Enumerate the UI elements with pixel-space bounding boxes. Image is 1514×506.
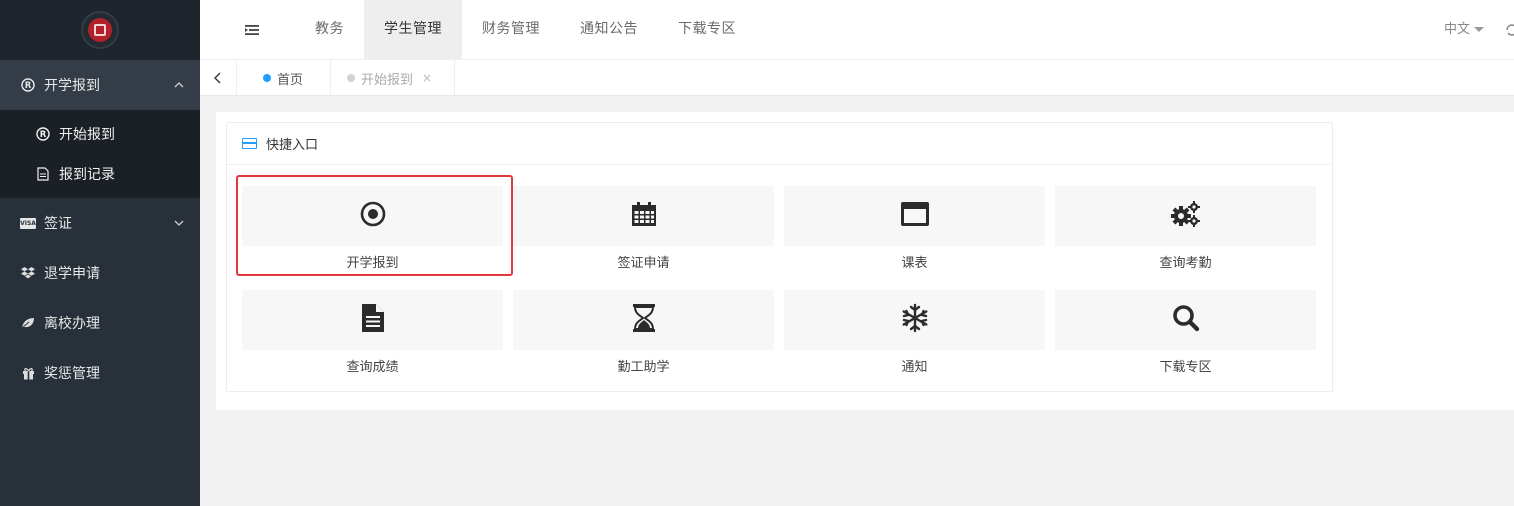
tile-label: 查询成绩 xyxy=(346,360,399,375)
page-tabbar: 首页 开始报到 × xyxy=(200,60,1514,96)
file-text-icon xyxy=(35,166,51,182)
top-header: 教务 学生管理 财务管理 通知公告 下载专区 中文 xyxy=(200,0,1514,60)
top-tab-academic[interactable]: 教务 xyxy=(295,0,364,59)
tile-label: 通知 xyxy=(901,360,928,375)
sidebar-item-leaving-school[interactable]: 离校办理 xyxy=(0,298,200,348)
chevron-down-icon xyxy=(174,218,184,228)
tile-label: 下载专区 xyxy=(1159,360,1212,375)
chevron-left-icon xyxy=(213,69,223,88)
snowflake-icon xyxy=(900,303,930,337)
top-nav: 教务 学生管理 财务管理 通知公告 下载专区 xyxy=(295,0,756,59)
tile-label: 查询考勤 xyxy=(1159,256,1212,271)
sidebar-item-label: 签证 xyxy=(44,216,72,232)
sidebar-item-registration[interactable]: R 开学报到 xyxy=(0,60,200,110)
sidebar-subitem-start-registration[interactable]: R 开始报到 xyxy=(0,114,200,154)
page-tab-label: 开始报到 xyxy=(361,72,414,88)
tile-timetable[interactable] xyxy=(784,186,1045,246)
selection-highlight xyxy=(236,175,513,276)
top-tab-downloads[interactable]: 下载专区 xyxy=(658,0,756,59)
sidebar-item-label: 开学报到 xyxy=(44,78,100,94)
top-tab-student-management[interactable]: 学生管理 xyxy=(364,0,462,59)
sidebar-item-label: 退学申请 xyxy=(44,266,100,282)
document-icon xyxy=(361,303,385,337)
calendar-icon xyxy=(630,200,658,232)
page-tab-label: 首页 xyxy=(277,72,304,88)
registered-icon: R xyxy=(20,77,36,93)
tab-scroll-left[interactable] xyxy=(200,60,237,96)
sidebar: R 开学报到 R 开始报到 报到记录 VISA 签证 退学申请 离校办理 奖惩管… xyxy=(0,0,200,506)
sidebar-item-withdrawal[interactable]: 退学申请 xyxy=(0,248,200,298)
tile-label: 签证申请 xyxy=(617,256,670,271)
menu-toggle-icon[interactable] xyxy=(244,22,260,38)
tile-label: 课表 xyxy=(901,256,928,271)
tile-visa-application[interactable] xyxy=(513,186,774,246)
tile-work-study[interactable] xyxy=(513,290,774,350)
sidebar-subitem-registration-records[interactable]: 报到记录 xyxy=(0,154,200,194)
refresh-icon[interactable] xyxy=(1504,22,1514,38)
window-icon xyxy=(900,201,930,231)
active-dot-icon xyxy=(263,74,271,82)
svg-text:R: R xyxy=(40,130,47,140)
chevron-up-icon xyxy=(174,80,184,90)
language-label: 中文 xyxy=(1443,22,1470,37)
card-title: 快捷入口 xyxy=(266,138,319,153)
hourglass-icon xyxy=(632,303,656,337)
language-selector[interactable]: 中文 xyxy=(1444,0,1484,59)
top-tab-finance[interactable]: 财务管理 xyxy=(462,0,560,59)
page-tab-start-registration[interactable]: 开始报到 × xyxy=(331,60,455,96)
subnav-registration: R 开始报到 报到记录 xyxy=(0,110,200,198)
sidebar-subitem-label: 开始报到 xyxy=(59,127,115,143)
tile-attendance-query[interactable] xyxy=(1055,186,1316,246)
visa-icon: VISA xyxy=(20,217,36,229)
tile-downloads[interactable] xyxy=(1055,290,1316,350)
gift-icon xyxy=(20,365,36,381)
card-header: 快捷入口 xyxy=(227,123,1332,165)
cogs-icon xyxy=(1170,200,1202,232)
sidebar-subitem-label: 报到记录 xyxy=(59,167,115,183)
svg-text:R: R xyxy=(25,81,32,91)
credit-card-icon xyxy=(242,138,257,149)
tile-grades-query[interactable] xyxy=(242,290,503,350)
dropbox-icon xyxy=(20,265,36,281)
tile-label: 勤工助学 xyxy=(617,360,670,375)
logo-emblem xyxy=(88,18,112,42)
sidebar-item-label: 奖惩管理 xyxy=(44,366,100,382)
logo-area xyxy=(0,0,200,60)
search-icon xyxy=(1172,304,1200,336)
sidebar-item-rewards-punishments[interactable]: 奖惩管理 xyxy=(0,348,200,398)
close-icon[interactable]: × xyxy=(422,71,432,85)
logo[interactable] xyxy=(81,11,119,49)
caret-down-icon xyxy=(1474,27,1484,32)
leaf-icon xyxy=(20,315,36,331)
top-tab-notices[interactable]: 通知公告 xyxy=(560,0,658,59)
page-tab-home[interactable]: 首页 xyxy=(237,60,331,96)
tile-notifications[interactable] xyxy=(784,290,1045,350)
registered-icon: R xyxy=(35,126,51,142)
sidebar-item-visa[interactable]: VISA 签证 xyxy=(0,198,200,248)
inactive-dot-icon xyxy=(347,74,355,82)
sidebar-item-label: 离校办理 xyxy=(44,316,100,332)
